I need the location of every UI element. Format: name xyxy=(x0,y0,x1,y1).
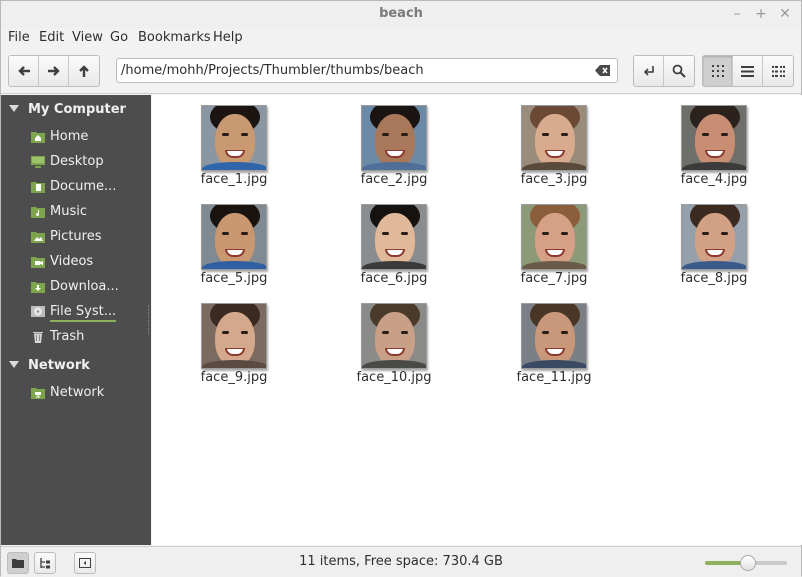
sidebar-item-home[interactable]: Home xyxy=(1,126,151,148)
file-item[interactable]: face_1.jpg xyxy=(174,95,294,187)
view-switcher xyxy=(702,55,794,87)
menu-bookmarks[interactable]: Bookmarks xyxy=(138,30,211,45)
location-tools xyxy=(633,55,695,87)
list-view-icon xyxy=(741,65,754,77)
file-item[interactable]: face_6.jpg xyxy=(334,194,454,286)
pictures-folder-icon xyxy=(31,232,45,243)
image-thumbnail[interactable] xyxy=(361,303,427,369)
back-arrow-icon xyxy=(17,66,30,76)
forward-arrow-icon xyxy=(47,66,60,76)
window-title: beach xyxy=(379,6,423,21)
trash-icon xyxy=(33,332,43,343)
sidebar-resize-handle[interactable] xyxy=(148,305,151,335)
image-thumbnail[interactable] xyxy=(521,105,587,171)
forward-button[interactable] xyxy=(39,56,69,86)
image-thumbnail[interactable] xyxy=(361,105,427,171)
clear-location-icon[interactable] xyxy=(595,64,611,77)
image-thumbnail[interactable] xyxy=(201,303,267,369)
drive-icon xyxy=(31,306,45,317)
zoom-slider[interactable] xyxy=(705,555,787,571)
image-thumbnail[interactable] xyxy=(681,105,747,171)
image-thumbnail[interactable] xyxy=(361,204,427,270)
file-name: face_4.jpg xyxy=(680,172,748,187)
expander-down-icon[interactable] xyxy=(9,361,19,368)
maximize-icon[interactable]: + xyxy=(753,6,769,22)
sidebar-item-file-system[interactable]: File Syst... xyxy=(1,301,151,323)
network-folder-icon xyxy=(31,388,45,399)
search-icon xyxy=(672,64,686,78)
videos-folder-icon xyxy=(31,257,45,268)
sidebar-item-trash[interactable]: Trash xyxy=(1,326,151,348)
file-name: face_10.jpg xyxy=(356,370,432,385)
toolbar: /home/mohh/Projects/Thumbler/thumbs/beac… xyxy=(1,50,801,94)
menu-bar: File Edit View Go Bookmarks Help xyxy=(1,28,801,50)
file-item[interactable]: face_3.jpg xyxy=(494,95,614,187)
title-bar: beach – + ✕ xyxy=(1,1,801,28)
image-thumbnail[interactable] xyxy=(201,105,267,171)
file-name: face_1.jpg xyxy=(200,172,268,187)
icon-view-icon xyxy=(711,65,724,77)
menu-view[interactable]: View xyxy=(72,30,103,45)
menu-go[interactable]: Go xyxy=(110,30,128,45)
section-my-computer[interactable]: My Computer xyxy=(1,99,151,121)
file-name: face_8.jpg xyxy=(680,271,748,286)
sidebar-item-documents[interactable]: Docume... xyxy=(1,176,151,198)
minimize-icon[interactable]: – xyxy=(729,6,745,22)
file-name: face_2.jpg xyxy=(360,172,428,187)
documents-folder-icon xyxy=(31,182,45,193)
file-name: face_11.jpg xyxy=(516,370,592,385)
menu-edit[interactable]: Edit xyxy=(39,30,64,45)
desktop-icon xyxy=(31,156,45,168)
file-manager-window: beach – + ✕ File Edit View Go Bookmarks … xyxy=(0,0,802,577)
up-arrow-icon xyxy=(79,65,89,77)
file-name: face_9.jpg xyxy=(200,370,268,385)
image-thumbnail[interactable] xyxy=(521,204,587,270)
back-button[interactable] xyxy=(9,56,39,86)
file-name: face_6.jpg xyxy=(360,271,428,286)
file-item[interactable]: face_9.jpg xyxy=(174,293,294,385)
image-thumbnail[interactable] xyxy=(681,204,747,270)
file-item[interactable]: face_11.jpg xyxy=(494,293,614,385)
section-network[interactable]: Network xyxy=(1,355,151,377)
close-icon[interactable]: ✕ xyxy=(777,6,793,22)
image-thumbnail[interactable] xyxy=(201,204,267,270)
location-bar[interactable]: /home/mohh/Projects/Thumbler/thumbs/beac… xyxy=(116,58,618,83)
sidebar-item-music[interactable]: Music xyxy=(1,201,151,223)
expander-down-icon[interactable] xyxy=(9,105,19,112)
image-thumbnail[interactable] xyxy=(521,303,587,369)
sidebar-item-pictures[interactable]: Pictures xyxy=(1,226,151,248)
places-sidebar: My Computer Home Desktop Docume... Music… xyxy=(1,95,151,545)
menu-file[interactable]: File xyxy=(8,30,30,45)
file-grid: face_1.jpg face_2.jpg face_3.jpg face_4.jpg… xyxy=(152,95,802,545)
file-item[interactable]: face_2.jpg xyxy=(334,95,454,187)
file-item[interactable]: face_7.jpg xyxy=(494,194,614,286)
file-item[interactable]: face_8.jpg xyxy=(654,194,774,286)
home-folder-icon xyxy=(31,132,45,143)
compact-view-icon xyxy=(771,65,785,77)
file-item[interactable]: face_4.jpg xyxy=(654,95,774,187)
music-folder-icon xyxy=(31,207,45,218)
icon-view-button[interactable] xyxy=(703,56,733,86)
search-button[interactable] xyxy=(664,56,694,86)
list-view-button[interactable] xyxy=(733,56,763,86)
compact-view-button[interactable] xyxy=(763,56,793,86)
file-name: face_5.jpg xyxy=(200,271,268,286)
sidebar-item-network[interactable]: Network xyxy=(1,382,151,404)
downloads-folder-icon xyxy=(31,282,45,293)
menu-help[interactable]: Help xyxy=(213,30,243,45)
toggle-location-button[interactable] xyxy=(634,56,664,86)
file-item[interactable]: face_5.jpg xyxy=(174,194,294,286)
file-item[interactable]: face_10.jpg xyxy=(334,293,454,385)
up-button[interactable] xyxy=(69,56,99,86)
navigation-buttons xyxy=(8,55,100,87)
sidebar-item-desktop[interactable]: Desktop xyxy=(1,151,151,173)
file-name: face_7.jpg xyxy=(520,271,588,286)
sidebar-item-videos[interactable]: Videos xyxy=(1,251,151,273)
sidebar-item-downloads[interactable]: Downloa... xyxy=(1,276,151,298)
status-summary: 11 items, Free space: 730.4 GB xyxy=(299,554,503,569)
location-path[interactable]: /home/mohh/Projects/Thumbler/thumbs/beac… xyxy=(121,63,424,78)
file-name: face_3.jpg xyxy=(520,172,588,187)
toggle-location-icon xyxy=(643,66,654,76)
status-bar: 11 items, Free space: 730.4 GB xyxy=(1,546,801,577)
